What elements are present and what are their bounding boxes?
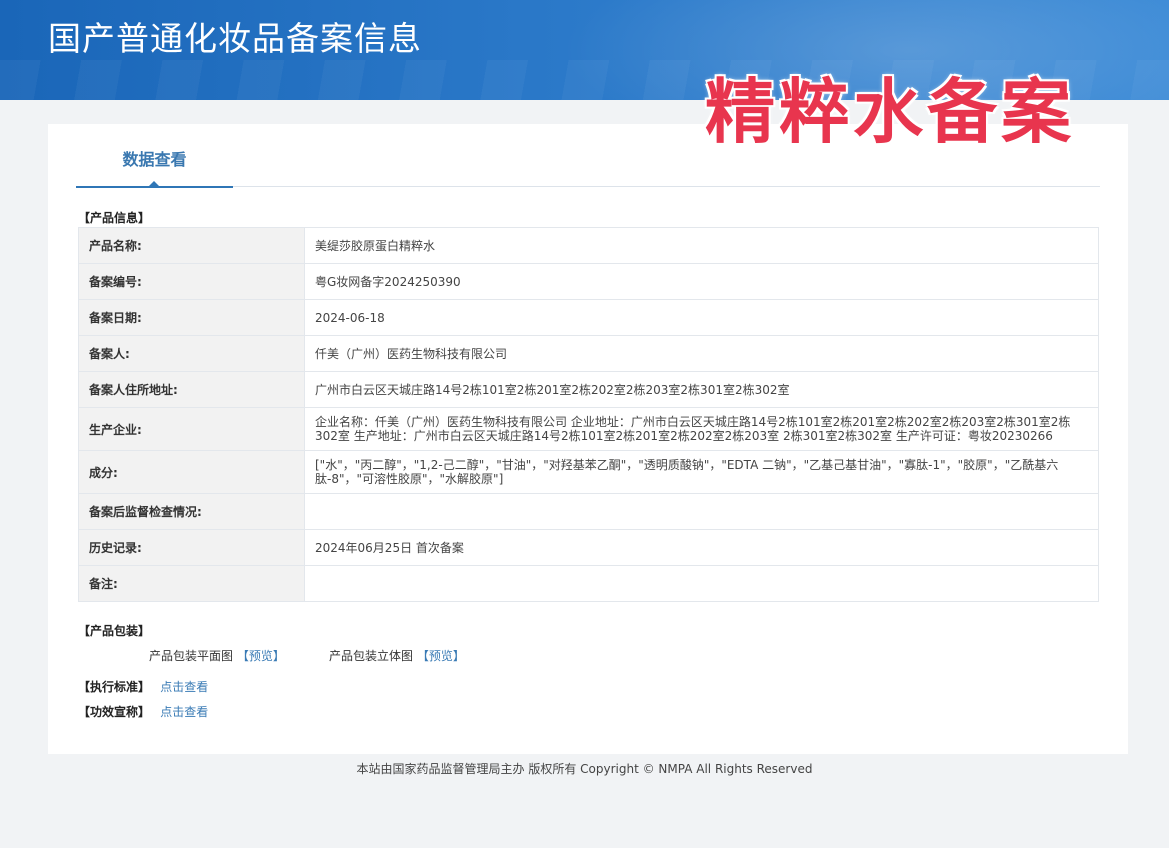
row-label-remarks: 备注: <box>78 565 305 602</box>
table-row: 备注: <box>78 565 1099 602</box>
tab-caret-icon <box>148 181 160 187</box>
row-label-ingredients: 成分: <box>78 450 305 494</box>
packaging-flat-label: 产品包装平面图 <box>149 649 234 663</box>
efficacy-row: 【功效宣称】 点击查看 <box>78 703 208 720</box>
row-value-remarks <box>304 565 1099 602</box>
row-label-filing-date: 备案日期: <box>78 299 305 336</box>
efficacy-view-link[interactable]: 点击查看 <box>160 705 208 719</box>
row-value-history: 2024年06月25日 首次备案 <box>304 529 1099 566</box>
packaging-solid-preview-link[interactable]: 【预览】 <box>417 649 465 663</box>
standard-row: 【执行标准】 点击查看 <box>78 678 208 695</box>
standard-view-link[interactable]: 点击查看 <box>160 680 208 694</box>
table-row: 生产企业: 企业名称：仟美（广州）医药生物科技有限公司 企业地址：广州市白云区天… <box>78 407 1099 451</box>
row-value-filing-date: 2024-06-18 <box>304 299 1099 336</box>
packaging-flat-item: 产品包装平面图 【预览】 <box>149 647 285 664</box>
main-panel: 数据查看 【产品信息】 产品名称: 美缇莎胶原蛋白精粹水 备案编号: 粤G妆网备… <box>48 124 1128 754</box>
packaging-flat-preview-link[interactable]: 【预览】 <box>237 649 285 663</box>
row-label-filer: 备案人: <box>78 335 305 372</box>
table-row: 历史记录: 2024年06月25日 首次备案 <box>78 529 1099 566</box>
section-title-standard: 【执行标准】 <box>78 680 151 694</box>
table-row: 备案日期: 2024-06-18 <box>78 299 1099 336</box>
row-value-ingredients: ["水"，"丙二醇"，"1,2-己二醇"，"甘油"，"对羟基苯乙酮"，"透明质酸… <box>304 450 1099 494</box>
section-title-efficacy: 【功效宣称】 <box>78 705 151 719</box>
row-label-manufacturer: 生产企业: <box>78 407 305 451</box>
row-value-product-name: 美缇莎胶原蛋白精粹水 <box>304 227 1099 264</box>
tab-label: 数据查看 <box>122 150 187 169</box>
section-title-product-info: 【产品信息】 <box>78 211 151 225</box>
row-label-supervision: 备案后监督检查情况: <box>78 493 305 530</box>
table-row: 备案人: 仟美（广州）医药生物科技有限公司 <box>78 335 1099 372</box>
row-label-product-name: 产品名称: <box>78 227 305 264</box>
row-value-filer-address: 广州市白云区天城庄路14号2栋101室2栋201室2栋202室2栋203室2栋3… <box>304 371 1099 408</box>
footer-copyright: 本站由国家药品监督管理局主办 版权所有 Copyright © NMPA All… <box>356 762 813 776</box>
table-row: 成分: ["水"，"丙二醇"，"1,2-己二醇"，"甘油"，"对羟基苯乙酮"，"… <box>78 450 1099 494</box>
site-title: 国产普通化妆品备案信息 <box>48 19 422 58</box>
row-value-filing-number: 粤G妆网备字2024250390 <box>304 263 1099 300</box>
packaging-solid-item: 产品包装立体图 【预览】 <box>329 647 465 664</box>
row-value-manufacturer: 企业名称：仟美（广州）医药生物科技有限公司 企业地址：广州市白云区天城庄路14号… <box>304 407 1099 451</box>
table-row: 备案人住所地址: 广州市白云区天城庄路14号2栋101室2栋201室2栋202室… <box>78 371 1099 408</box>
row-label-history: 历史记录: <box>78 529 305 566</box>
table-row: 产品名称: 美缇莎胶原蛋白精粹水 <box>78 227 1099 264</box>
watermark-text: 精粹水备案 <box>705 71 1075 153</box>
table-row: 备案编号: 粤G妆网备字2024250390 <box>78 263 1099 300</box>
section-title-packaging: 【产品包装】 <box>78 624 151 638</box>
row-label-filing-number: 备案编号: <box>78 263 305 300</box>
row-value-filer: 仟美（广州）医药生物科技有限公司 <box>304 335 1099 372</box>
table-row: 备案后监督检查情况: <box>78 493 1099 530</box>
row-label-filer-address: 备案人住所地址: <box>78 371 305 408</box>
product-info-table: 产品名称: 美缇莎胶原蛋白精粹水 备案编号: 粤G妆网备字2024250390 … <box>78 227 1099 602</box>
packaging-solid-label: 产品包装立体图 <box>329 649 414 663</box>
tab-data-view[interactable]: 数据查看 <box>76 124 233 188</box>
row-value-supervision <box>304 493 1099 530</box>
